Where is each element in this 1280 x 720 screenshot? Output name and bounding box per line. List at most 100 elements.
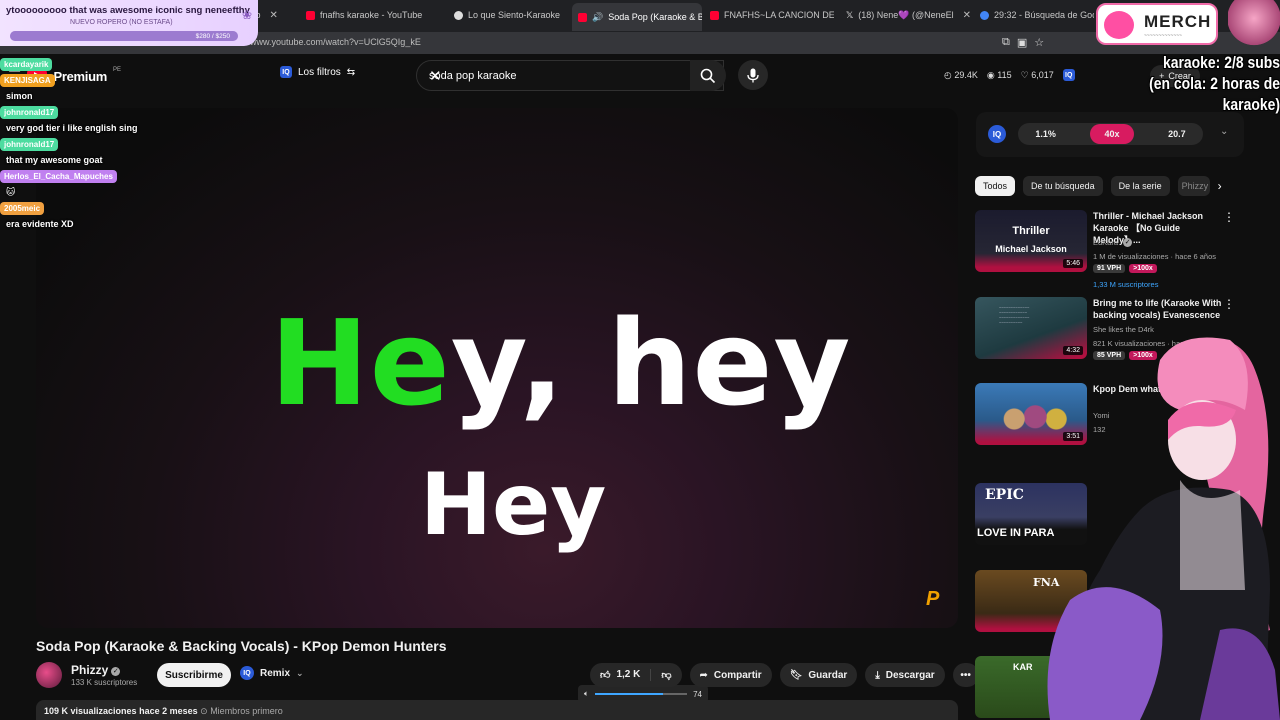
- channel-avatar[interactable]: [36, 662, 62, 688]
- chip-from-search[interactable]: De tu búsqueda: [1023, 176, 1103, 196]
- iq-metrics-pill: 1.1% 40x 20.7: [1018, 123, 1203, 145]
- chat-text: that my awesome goat: [6, 155, 103, 165]
- chat-message: KENJISAGA: [0, 70, 170, 87]
- channel-name[interactable]: Phizzy ✓: [71, 663, 121, 677]
- thumbnail-text: Michael Jackson: [995, 244, 1067, 254]
- verified-icon: ✓: [111, 667, 121, 676]
- chat-message: 2005meic: [0, 198, 170, 215]
- video-player[interactable]: Hey, hey Hey P: [36, 108, 958, 628]
- save-button[interactable]: 🔖︎ Guardar: [779, 663, 858, 687]
- chat-text: era evidente XD: [6, 219, 74, 229]
- related-filter-chips: Todos De tu búsqueda De la serie Phizzy …: [975, 176, 1222, 196]
- donation-amount: $280 / $250: [195, 33, 230, 40]
- tab-label: fnafhs karaoke - YouTube: [320, 10, 423, 20]
- dislike-button[interactable]: 👎︎: [651, 669, 681, 681]
- recommendation-title[interactable]: Bring me to life (Karaoke With backing v…: [1093, 297, 1227, 321]
- voice-search-button[interactable]: [738, 60, 768, 90]
- download-label: Descargar: [885, 669, 935, 681]
- tab-label: 29:32 - Búsqueda de Goog: [994, 10, 1094, 20]
- chat-message: very god tier i like english sing: [0, 118, 170, 134]
- page-favicon-icon: [454, 10, 463, 20]
- video-title: Soda Pop (Karaoke & Backing Vocals) - KP…: [36, 638, 447, 654]
- browser-tab[interactable]: Lo que Siento-Karaoke ✕: [448, 4, 564, 26]
- download-button[interactable]: ⤓ Descargar: [865, 663, 945, 687]
- chevron-down-icon[interactable]: ⌄: [296, 668, 304, 679]
- chevron-down-icon[interactable]: ⌄: [1220, 126, 1228, 137]
- filters-button[interactable]: IQ Los filtros ⇆: [280, 66, 355, 78]
- browser-tab[interactable]: 29:32 - Búsqueda de Goog: [974, 4, 1094, 26]
- chip-from-series[interactable]: De la serie: [1110, 176, 1170, 196]
- volume-slider[interactable]: [594, 693, 688, 695]
- channel-subscriber-count: 1,33 M suscriptores: [1093, 280, 1159, 289]
- chevron-right-icon[interactable]: ›: [1218, 176, 1222, 196]
- members-first-label: ⊙ Miembros primero: [200, 706, 283, 716]
- thumbs-up-icon: 👍︎: [600, 670, 611, 681]
- lyric-sung-part: He: [270, 294, 451, 432]
- download-icon: ⤓: [875, 669, 880, 681]
- donation-message: ytooooooooo that was awesome iconic sng …: [6, 5, 250, 16]
- tab-label: Soda Pop (Karaoke & B: [608, 12, 702, 22]
- iq-extension-icon: IQ: [280, 66, 292, 78]
- chat-message: simon: [0, 86, 170, 102]
- search-button[interactable]: [690, 60, 726, 91]
- stream-chat-overlay: kcardayarik KENJISAGA simon johnronald17…: [0, 54, 170, 230]
- iq-extension-icon[interactable]: IQ: [988, 125, 1006, 143]
- google-favicon-icon: [980, 10, 989, 20]
- browser-tab-active[interactable]: 🔊 Soda Pop (Karaoke & B ✕: [572, 3, 702, 31]
- iq-extension-icon[interactable]: IQ: [1062, 69, 1075, 81]
- search-input[interactable]: soda pop karaoke ✕: [416, 60, 724, 91]
- video-duration: 5:46: [1063, 259, 1083, 268]
- channel-watermark-logo[interactable]: P: [926, 588, 939, 611]
- recommendation-item[interactable]: Thriller Michael Jackson 5:46 Thriller -…: [975, 210, 1235, 290]
- clear-search-icon[interactable]: ✕: [429, 67, 681, 85]
- merch-title: MERCH: [1144, 12, 1212, 31]
- share-arrow-icon: ➦: [699, 669, 708, 681]
- picture-in-picture-icon[interactable]: ⧉: [1002, 36, 1010, 49]
- like-count: 1,2 K: [616, 669, 641, 680]
- sliders-icon: ⇆: [346, 66, 356, 78]
- chat-message: that my awesome goat: [0, 150, 170, 166]
- close-icon[interactable]: ✕: [963, 10, 970, 21]
- video-description-box[interactable]: 109 K visualizaciones hace 2 meses ⊙ Mie…: [36, 700, 958, 720]
- save-label: Guardar: [808, 669, 848, 681]
- browser-tab[interactable]: fnafhs karaoke - YouTube ✕: [300, 4, 430, 26]
- watching-stat: ◉ 115: [986, 69, 1012, 80]
- microphone-icon: [747, 68, 759, 82]
- view-count: 109 K visualizaciones: [44, 706, 137, 716]
- streamer-mini-avatar: [1228, 0, 1280, 46]
- merch-banner: MERCH ~~~~~~~~~~~~~: [1096, 3, 1218, 45]
- bookmark-star-icon[interactable]: ☆: [1034, 36, 1044, 49]
- like-dislike-group: 👍︎ 1,2 K 👎︎: [590, 663, 682, 687]
- browser-tab[interactable]: FNAFHS~LA CANCION DE ✕: [704, 4, 834, 26]
- vtuber-avatar-overlay: [1047, 337, 1280, 720]
- thumbs-down-icon: 👎︎: [661, 670, 672, 681]
- close-icon[interactable]: ✕: [270, 10, 278, 21]
- chat-message: era evidente XD: [0, 214, 170, 230]
- more-vertical-icon[interactable]: ⋮: [1223, 210, 1235, 224]
- url-text[interactable]: www.youtube.com/watch?v=UClG5QIg_kE: [250, 37, 421, 47]
- chip-all[interactable]: Todos: [975, 176, 1016, 196]
- speaker-icon: 🔊: [592, 11, 604, 22]
- browser-tab[interactable]: 𝕏 (18) Nene💜 (@NeneEl ✕: [840, 4, 970, 26]
- more-vertical-icon[interactable]: ⋮: [1223, 297, 1235, 311]
- chip-channel[interactable]: Phizzy: [1177, 176, 1210, 196]
- bow-icon: ❀: [241, 8, 252, 22]
- search-icon: [700, 68, 716, 83]
- cast-icon[interactable]: ▣: [1017, 36, 1027, 49]
- volume-icon: 🔈︎: [584, 689, 589, 698]
- remix-button[interactable]: IQ Remix ⌄: [240, 666, 304, 680]
- like-button[interactable]: 👍︎ 1,2 K: [590, 669, 652, 681]
- iq-metric: 1.1%: [1035, 129, 1056, 139]
- iq-extension-icon: IQ: [240, 666, 254, 680]
- video-thumbnail[interactable]: Thriller Michael Jackson 5:46: [975, 210, 1087, 272]
- chat-text: simon: [6, 91, 33, 101]
- tab-label: (18) Nene💜 (@NeneEl: [858, 9, 954, 20]
- iq-metrics-bar: IQ 1.1% 40x 20.7 ⌄: [976, 112, 1244, 157]
- tab-label: Lo que Siento-Karaoke: [468, 10, 561, 20]
- subscribe-button[interactable]: Suscribirme: [157, 663, 231, 687]
- likes-stat: ♡ 6,017: [1020, 69, 1054, 80]
- share-button[interactable]: ➦ Compartir: [689, 663, 772, 687]
- youtube-header: ☰ Premium PE IQ Los filtros ⇆ soda pop k…: [0, 58, 1280, 94]
- recommendation-channel[interactable]: EdKara ✓: [1093, 238, 1133, 247]
- bookmark-icon: 🔖︎: [789, 669, 803, 681]
